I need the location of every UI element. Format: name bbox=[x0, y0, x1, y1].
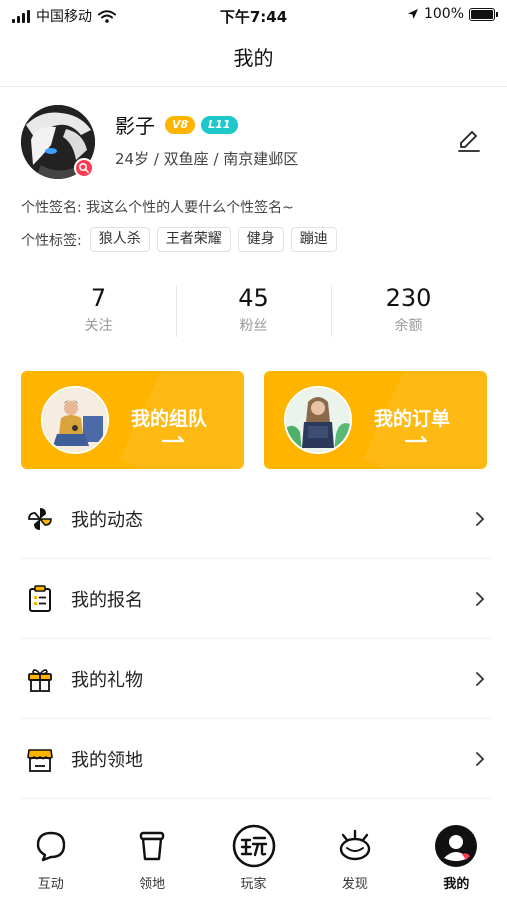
level-badge: L11 bbox=[201, 115, 238, 134]
signature-label: 个性签名: bbox=[21, 200, 82, 216]
pinwheel-icon bbox=[28, 508, 52, 530]
status-bar: 中国移动 下午7:44 100% bbox=[0, 0, 507, 30]
pencil-icon[interactable] bbox=[456, 128, 482, 154]
tag-item[interactable]: 蹦迪 bbox=[290, 227, 337, 252]
stat-balance[interactable]: 230 余额 bbox=[331, 283, 486, 339]
tags-label: 个性标签: bbox=[21, 232, 82, 249]
tab-label: 玩家 bbox=[240, 877, 267, 892]
tab-label: 领地 bbox=[139, 877, 166, 892]
tab-territory[interactable]: 领地 bbox=[101, 815, 202, 900]
arrow-right-icon bbox=[161, 435, 185, 443]
my-team-card[interactable]: 我的组队 bbox=[21, 371, 244, 469]
tag-item[interactable]: 王者荣耀 bbox=[156, 227, 231, 252]
my-order-label: 我的订单 bbox=[374, 408, 451, 430]
menu-label: 我的报名 bbox=[71, 590, 143, 611]
chevron-right-icon bbox=[476, 592, 485, 606]
chevron-right-icon bbox=[476, 672, 485, 686]
status-right: 100% bbox=[407, 6, 498, 22]
tab-discover[interactable]: 发现 bbox=[304, 815, 405, 900]
team-illustration bbox=[41, 386, 109, 454]
bucket-icon bbox=[139, 831, 165, 861]
user-meta: 24岁 / 双鱼座 / 南京建邺区 bbox=[115, 150, 299, 168]
stat-value: 45 bbox=[238, 284, 269, 312]
eye-icon bbox=[339, 829, 371, 861]
profile-icon bbox=[435, 825, 478, 867]
tab-bar: 互动 领地 玩家 发现 我的 bbox=[0, 815, 507, 900]
chat-bubble-icon bbox=[36, 831, 65, 862]
order-illustration bbox=[284, 386, 352, 454]
tab-label: 发现 bbox=[341, 877, 368, 892]
battery-icon bbox=[469, 7, 498, 21]
battery-percent: 100% bbox=[423, 6, 464, 22]
menu-item-posts[interactable]: 我的动态 bbox=[21, 479, 491, 559]
menu-label: 我的礼物 bbox=[71, 670, 143, 691]
menu-item-territory[interactable]: 我的领地 bbox=[21, 719, 491, 799]
menu-item-signups[interactable]: 我的报名 bbox=[21, 559, 491, 639]
stat-label: 粉丝 bbox=[239, 318, 268, 334]
signature-text: 我这么个性的人要什么个性签名~ bbox=[86, 200, 294, 216]
tag-item[interactable]: 健身 bbox=[237, 227, 284, 252]
tags-row: 个性标签: 狼人杀 王者荣耀 健身 蹦迪 bbox=[21, 227, 344, 252]
signature-row: 个性签名: 我这么个性的人要什么个性签名~ bbox=[21, 197, 294, 217]
tab-players[interactable]: 玩家 bbox=[203, 815, 304, 900]
chevron-right-icon bbox=[476, 512, 485, 526]
tab-label: 互动 bbox=[37, 877, 64, 892]
user-name: 影子 bbox=[115, 114, 155, 138]
location-arrow-icon bbox=[407, 9, 418, 19]
vip-badge: V8 bbox=[165, 115, 196, 134]
battery-fill bbox=[471, 9, 493, 19]
tag-item[interactable]: 狼人杀 bbox=[89, 227, 150, 252]
stat-value: 230 bbox=[385, 284, 432, 312]
stat-value: 7 bbox=[90, 284, 107, 312]
gift-icon bbox=[28, 669, 52, 692]
avatar-badge-icon bbox=[74, 158, 94, 178]
tab-interact[interactable]: 互动 bbox=[0, 815, 101, 900]
menu-item-gifts[interactable]: 我的礼物 bbox=[21, 639, 491, 719]
stats-row: 7 关注 45 粉丝 230 余额 bbox=[21, 283, 486, 339]
my-order-card[interactable]: 我的订单 bbox=[264, 371, 487, 469]
play-icon bbox=[232, 824, 275, 868]
stat-following[interactable]: 7 关注 bbox=[21, 283, 176, 339]
profile-name-row: 影子 V8 L11 bbox=[115, 110, 244, 139]
arrow-right-icon bbox=[404, 435, 428, 443]
clipboard-icon bbox=[29, 585, 51, 612]
stat-label: 余额 bbox=[394, 318, 423, 334]
tab-label: 我的 bbox=[443, 877, 470, 892]
my-team-label: 我的组队 bbox=[131, 408, 208, 430]
tab-mine[interactable]: 我的 bbox=[406, 815, 507, 900]
menu-label: 我的领地 bbox=[71, 750, 143, 771]
menu-label: 我的动态 bbox=[71, 510, 143, 531]
page-title: 我的 bbox=[233, 46, 274, 70]
stat-followers[interactable]: 45 粉丝 bbox=[176, 283, 331, 339]
nav-divider bbox=[0, 86, 507, 87]
stat-label: 关注 bbox=[84, 318, 113, 334]
store-icon bbox=[27, 749, 53, 772]
chevron-right-icon bbox=[476, 752, 485, 766]
